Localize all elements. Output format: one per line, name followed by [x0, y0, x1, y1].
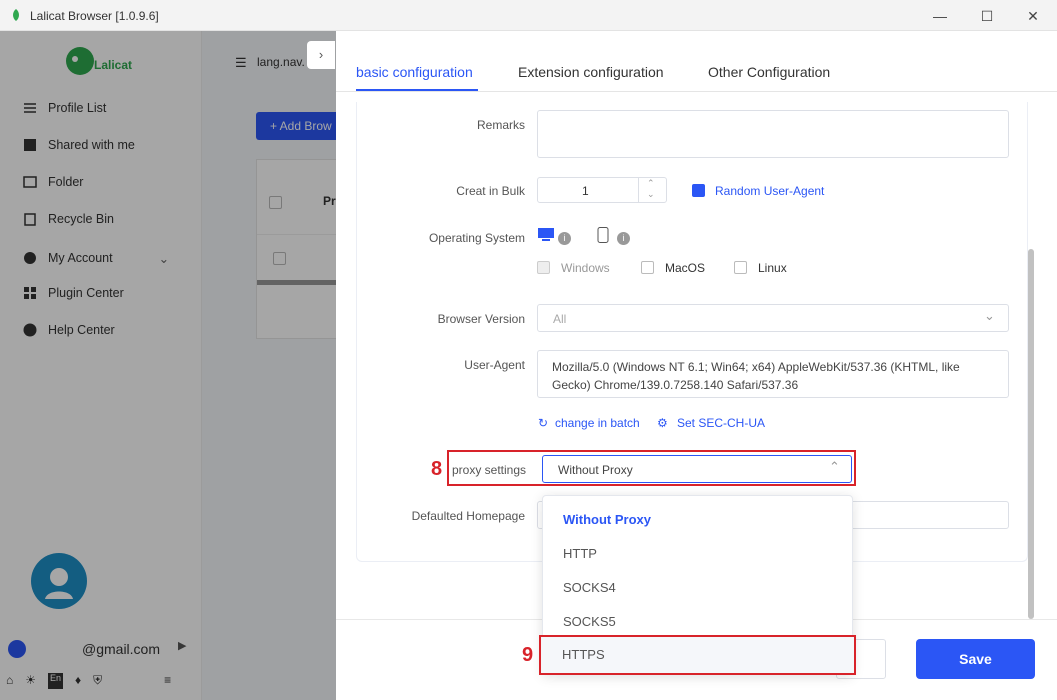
set-sec-ch-ua-link[interactable]: Set SEC-CH-UA — [677, 416, 765, 430]
chevron-up-icon: ⌃ — [829, 459, 840, 474]
increment-icon[interactable]: ⌃ — [647, 178, 655, 189]
maximize-icon[interactable]: ☐ — [977, 6, 997, 26]
tab-extension-configuration[interactable]: Extension configuration — [518, 64, 664, 80]
proxy-option-https[interactable]: HTTPS — [562, 647, 605, 662]
title-bar: Lalicat Browser [1.0.9.6] — ☐ ✕ — [0, 0, 1057, 31]
os-windows-label: Windows — [561, 261, 610, 275]
os-linux-label: Linux — [758, 261, 787, 275]
browser-version-label: Browser Version — [437, 312, 525, 326]
os-macos-label: MacOS — [665, 261, 706, 275]
proxy-option-http[interactable]: HTTP — [543, 536, 852, 570]
refresh-icon: ↻ — [538, 416, 549, 430]
minimize-icon[interactable]: — — [930, 6, 950, 26]
bulk-quantity-stepper[interactable]: 1 ⌃ ⌄ — [537, 177, 667, 203]
bulk-value: 1 — [582, 184, 589, 198]
proxy-select[interactable]: Without Proxy ⌃ — [542, 455, 852, 483]
scrollbar[interactable] — [1028, 249, 1034, 619]
step-9-marker: 9 — [522, 644, 534, 666]
homepage-label: Defaulted Homepage — [411, 509, 525, 523]
browser-version-select[interactable]: All ⌄ — [537, 304, 1009, 332]
desktop-icon[interactable] — [538, 228, 554, 242]
remarks-label: Remarks — [476, 118, 525, 132]
form-card — [356, 102, 1028, 562]
tabs-divider — [336, 91, 1057, 92]
proxy-option-socks4[interactable]: SOCKS4 — [543, 570, 852, 604]
window-title: Lalicat Browser [1.0.9.6] — [30, 9, 159, 23]
remarks-textarea[interactable] — [537, 110, 1009, 158]
os-macos-checkbox[interactable] — [641, 261, 654, 274]
random-ua-checkbox[interactable] — [692, 184, 705, 197]
proxy-option-without-proxy[interactable]: Without Proxy — [543, 502, 852, 536]
tab-basic-configuration[interactable]: basic configuration — [356, 64, 473, 80]
gear-icon: ⚙ — [657, 416, 668, 430]
collapse-drawer-icon[interactable]: › — [307, 41, 335, 69]
decrement-icon[interactable]: ⌄ — [647, 189, 655, 200]
modal-overlay[interactable] — [0, 31, 336, 700]
info-icon[interactable]: i — [558, 232, 571, 245]
ua-textarea[interactable]: Mozilla/5.0 (Windows NT 6.1; Win64; x64)… — [537, 350, 1009, 398]
proxy-label: proxy settings — [452, 463, 527, 477]
proxy-value: Without Proxy — [558, 463, 633, 477]
os-windows-checkbox[interactable] — [537, 261, 550, 274]
chevron-down-icon: ⌄ — [984, 308, 995, 323]
app-logo-icon — [13, 9, 19, 21]
info-icon[interactable]: i — [617, 232, 630, 245]
close-icon[interactable]: ✕ — [1023, 6, 1043, 26]
change-in-batch-link[interactable]: change in batch — [555, 416, 640, 430]
bulk-label: Creat in Bulk — [456, 184, 525, 198]
os-linux-checkbox[interactable] — [734, 261, 747, 274]
proxy-option-https-highlight: HTTPS — [539, 635, 856, 675]
os-label: Operating System — [428, 231, 525, 245]
tab-other-configuration[interactable]: Other Configuration — [708, 64, 830, 80]
ua-label: User-Agent — [464, 358, 525, 372]
step-8-marker: 8 — [431, 458, 443, 480]
proxy-option-socks5[interactable]: SOCKS5 — [543, 604, 852, 638]
browser-version-value: All — [553, 312, 567, 326]
random-ua-label[interactable]: Random User-Agent — [715, 184, 824, 198]
active-tab-indicator — [356, 89, 478, 91]
mobile-icon[interactable] — [597, 227, 609, 243]
save-button[interactable]: Save — [916, 639, 1035, 679]
